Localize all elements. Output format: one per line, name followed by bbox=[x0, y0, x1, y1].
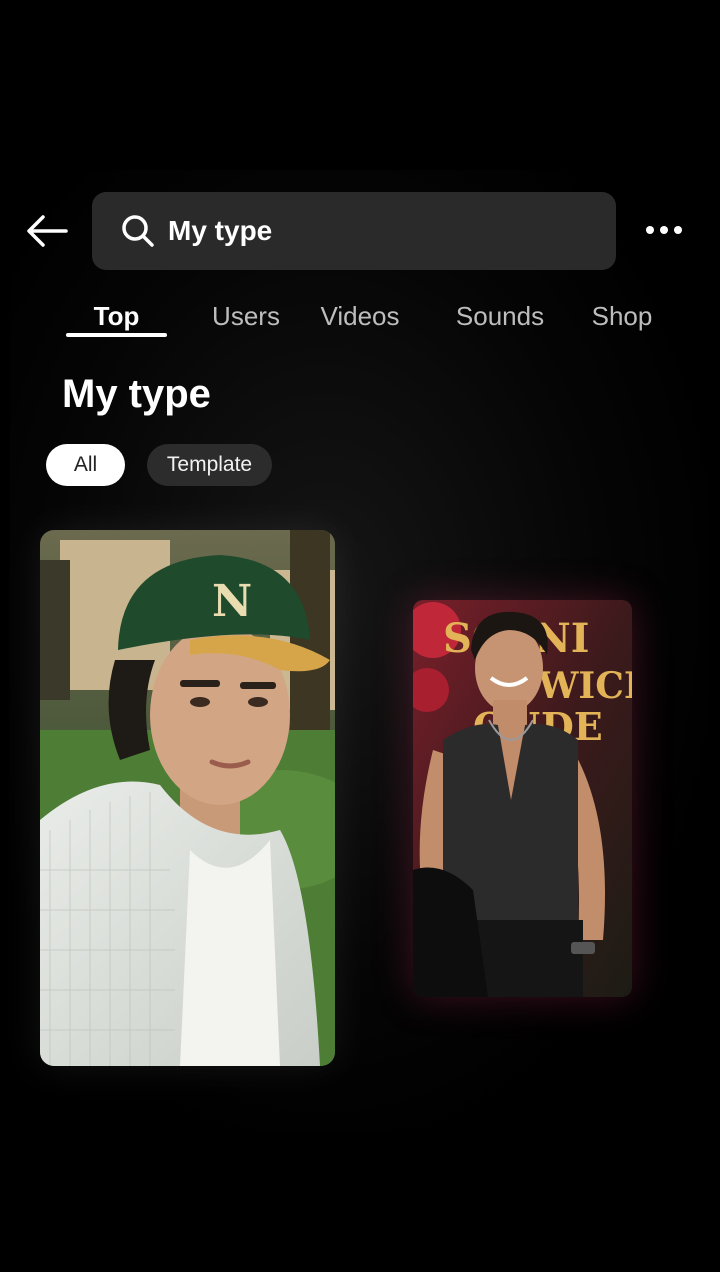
result-card-2[interactable]: SCENI WICK ONDE bbox=[413, 600, 632, 997]
more-horizontal-icon bbox=[646, 226, 654, 234]
arrow-left-icon bbox=[27, 215, 68, 247]
tab-videos[interactable]: Videos bbox=[308, 292, 412, 340]
svg-text:N: N bbox=[212, 576, 252, 627]
more-options-button[interactable] bbox=[638, 206, 690, 254]
result-thumbnail-2: SCENI WICK ONDE bbox=[413, 600, 632, 997]
back-button[interactable] bbox=[22, 206, 72, 256]
filter-chip-template[interactable]: Template bbox=[147, 444, 272, 486]
result-card-1[interactable]: N bbox=[40, 530, 335, 1066]
search-bar[interactable]: My type bbox=[92, 192, 616, 270]
result-thumbnail-1: N bbox=[40, 530, 335, 1066]
tab-shop[interactable]: Shop bbox=[580, 292, 664, 340]
section-title: My type bbox=[62, 372, 211, 416]
active-tab-indicator bbox=[66, 333, 167, 337]
search-query[interactable]: My type bbox=[168, 215, 272, 247]
tab-sounds[interactable]: Sounds bbox=[442, 292, 558, 340]
filter-chip-all[interactable]: All bbox=[46, 444, 125, 486]
search-icon bbox=[120, 213, 156, 249]
svg-text:WICK: WICK bbox=[537, 665, 632, 707]
tab-users[interactable]: Users bbox=[200, 292, 292, 340]
